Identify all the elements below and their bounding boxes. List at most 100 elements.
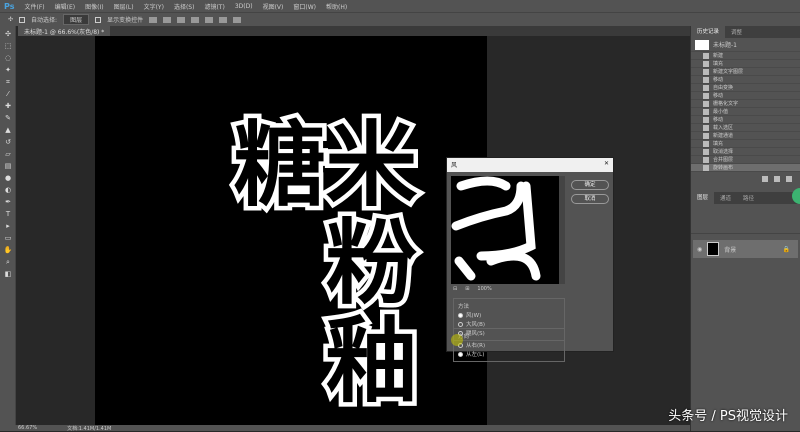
history-snapshot[interactable]: 未标题-1: [691, 38, 800, 52]
history-panel-tabs: 历史记录 调整: [691, 26, 800, 38]
dodge-icon[interactable]: ◐: [3, 186, 13, 194]
history-step-icon: [703, 132, 709, 139]
menu-window[interactable]: 窗口(W): [293, 2, 316, 11]
align-icon[interactable]: [191, 16, 200, 23]
align-icon[interactable]: [149, 16, 158, 23]
menu-layer[interactable]: 图层(L): [114, 2, 134, 11]
history-item-label: 填充: [713, 61, 724, 67]
layer-row-background[interactable]: ◉ 背景 🔒: [693, 240, 798, 258]
distribute-icon[interactable]: [233, 16, 242, 23]
auto-select-checkbox[interactable]: [19, 16, 26, 23]
history-item[interactable]: 新建文字图层: [691, 68, 800, 76]
history-item[interactable]: 最小值: [691, 108, 800, 116]
tab-history[interactable]: 历史记录: [691, 26, 726, 38]
path-select-icon[interactable]: ▸: [3, 222, 13, 230]
pen-tool-icon[interactable]: ✒: [3, 198, 13, 206]
tab-paths[interactable]: 路径: [737, 194, 760, 202]
radio-wind[interactable]: 风(W): [458, 311, 560, 319]
history-item[interactable]: 新建: [691, 52, 800, 60]
tab-layers[interactable]: 图层: [691, 192, 715, 204]
zoom-level[interactable]: 66.67%: [18, 425, 37, 431]
visibility-eye-icon[interactable]: ◉: [697, 246, 702, 253]
menu-3d[interactable]: 3D(D): [235, 3, 253, 10]
move-icon[interactable]: ✣: [8, 16, 13, 23]
gradient-icon[interactable]: ▤: [3, 162, 13, 170]
tab-adjustments[interactable]: 调整: [725, 28, 748, 36]
history-step-icon: [703, 100, 709, 107]
blur-icon[interactable]: ●: [3, 174, 13, 182]
layer-thumbnail: [707, 242, 720, 256]
align-icon[interactable]: [177, 16, 186, 23]
zoom-out-icon[interactable]: ⊟: [453, 286, 457, 292]
trash-icon[interactable]: [786, 176, 792, 182]
menu-image[interactable]: 图像(I): [85, 2, 103, 11]
cancel-button[interactable]: 取消: [571, 194, 609, 204]
history-item[interactable]: 移动: [691, 116, 800, 124]
history-item-label: 移动: [713, 93, 724, 99]
brush-tool-icon[interactable]: ✎: [3, 114, 13, 122]
distribute-icon[interactable]: [219, 16, 228, 23]
type-tool-icon[interactable]: T: [3, 210, 13, 218]
eyedropper-icon[interactable]: ⁄: [3, 90, 13, 98]
history-item[interactable]: 栅格化文字: [691, 100, 800, 108]
menu-edit[interactable]: 编辑(E): [55, 2, 75, 11]
menu-view[interactable]: 视图(V): [263, 2, 284, 11]
zoom-in-icon[interactable]: ⊞: [465, 286, 469, 292]
radio-blast[interactable]: 大风(B): [458, 320, 560, 328]
filter-preview[interactable]: [451, 176, 559, 284]
tools-panel: ✣ ⬚ ◌ ✦ ⌗ ⁄ ✚ ✎ ▲ ↺ ▱ ▤ ● ◐ ✒ T ▸ ▭ ✋ ⌕ …: [0, 26, 16, 425]
history-item[interactable]: 填充: [691, 140, 800, 148]
history-item[interactable]: 填充: [691, 60, 800, 68]
magic-wand-icon[interactable]: ✦: [3, 66, 13, 74]
lasso-tool-icon[interactable]: ◌: [3, 54, 13, 62]
zoom-tool-icon[interactable]: ⌕: [3, 258, 13, 266]
stamp-tool-icon[interactable]: ▲: [3, 126, 13, 134]
close-icon[interactable]: ✕: [604, 160, 609, 170]
hand-tool-icon[interactable]: ✋: [3, 246, 13, 254]
method-label: 方法: [458, 304, 470, 310]
document-tab[interactable]: 未标题-1 @ 66.6%(灰色/8) *: [18, 26, 111, 36]
layer-filter-controls[interactable]: [691, 204, 800, 234]
menu-help[interactable]: 帮助(H): [326, 2, 347, 11]
crop-tool-icon[interactable]: ⌗: [3, 78, 13, 86]
menu-file[interactable]: 文件(F): [24, 2, 44, 11]
history-item[interactable]: 移动: [691, 92, 800, 100]
new-document-icon[interactable]: [762, 176, 768, 182]
menu-bar: Ps 文件(F) 编辑(E) 图像(I) 图层(L) 文字(Y) 选择(S) 滤…: [0, 0, 800, 12]
marquee-tool-icon[interactable]: ⬚: [3, 42, 13, 50]
history-item[interactable]: 旋转画布: [691, 164, 800, 172]
preview-scrollbar[interactable]: [559, 176, 565, 284]
shape-tool-icon[interactable]: ▭: [3, 234, 13, 242]
history-item-label: 填充: [713, 141, 724, 147]
history-item[interactable]: 取消选择: [691, 148, 800, 156]
history-item[interactable]: 载入选区: [691, 124, 800, 132]
show-transform-checkbox[interactable]: [95, 16, 102, 23]
healing-brush-icon[interactable]: ✚: [3, 102, 13, 110]
layer-select-dropdown[interactable]: 图层: [63, 14, 90, 25]
ok-button[interactable]: 确定: [571, 180, 609, 190]
menu-type[interactable]: 文字(Y): [144, 2, 164, 11]
color-swatches-icon[interactable]: ◧: [3, 270, 13, 278]
history-actions: [691, 172, 800, 186]
options-bar: ✣ 自动选择: 图层 显示变换控件: [0, 12, 800, 26]
menu-filter[interactable]: 滤镜(T): [204, 2, 224, 11]
history-brush-icon[interactable]: ↺: [3, 138, 13, 146]
history-list: 新建 填充 新建文字图层 移动 自由变换 移动 栅格化文字 最小值 移动 载入选区 新建通道 填充 取消…: [691, 52, 800, 172]
eraser-icon[interactable]: ▱: [3, 150, 13, 158]
history-step-icon: [703, 76, 709, 83]
align-icon[interactable]: [163, 16, 172, 23]
history-item[interactable]: 合并图层: [691, 156, 800, 164]
document-canvas[interactable]: 米粉釉糖: [95, 36, 487, 425]
distribute-icon[interactable]: [205, 16, 214, 23]
radio-from-left[interactable]: 从左(L): [458, 350, 560, 358]
preview-zoom-controls: ⊟ ⊞ 100%: [453, 286, 492, 292]
move-tool-icon[interactable]: ✣: [3, 30, 13, 38]
menu-select[interactable]: 选择(S): [174, 2, 195, 11]
history-item[interactable]: 移动: [691, 76, 800, 84]
doc-size: 文档:1.41M/1.41M: [67, 426, 112, 432]
camera-icon[interactable]: [774, 176, 780, 182]
history-item[interactable]: 自由变换: [691, 84, 800, 92]
tab-channels[interactable]: 通道: [714, 194, 737, 202]
history-item[interactable]: 新建通道: [691, 132, 800, 140]
radio-from-right[interactable]: 从右(R): [458, 341, 560, 349]
